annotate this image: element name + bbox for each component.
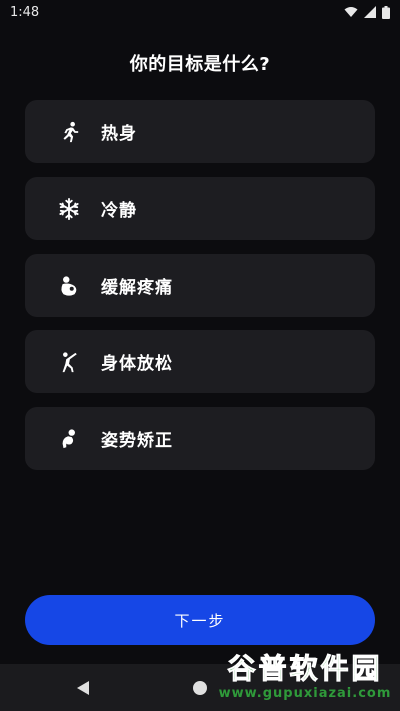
option-warmup[interactable]: 热身	[25, 100, 375, 163]
option-posture[interactable]: 姿势矫正	[25, 407, 375, 470]
stretching-person-icon	[57, 350, 81, 374]
watermark-brand: 谷普软件园	[227, 651, 383, 685]
option-label: 热身	[101, 124, 137, 144]
option-label: 姿势矫正	[101, 431, 173, 451]
running-person-icon	[57, 120, 81, 144]
signal-icon	[364, 6, 376, 18]
option-label: 身体放松	[101, 354, 173, 374]
pain-relief-person-icon	[57, 274, 81, 298]
option-relaxation[interactable]: 身体放松	[25, 330, 375, 393]
status-bar: 1:48	[0, 0, 400, 24]
snowflake-icon	[57, 197, 81, 221]
watermark: 谷普软件园 www.gupuxiazai.com	[216, 644, 394, 710]
option-label: 缓解疼痛	[101, 278, 173, 298]
option-label: 冷静	[101, 201, 137, 221]
battery-icon	[382, 5, 390, 19]
back-icon[interactable]	[76, 680, 90, 696]
posture-person-icon	[57, 427, 81, 451]
option-pain-relief[interactable]: 缓解疼痛	[25, 254, 375, 317]
home-icon[interactable]	[192, 680, 208, 696]
wifi-icon	[344, 7, 358, 17]
status-time: 1:48	[10, 4, 40, 20]
next-button[interactable]: 下一步	[25, 595, 375, 645]
watermark-url: www.gupuxiazai.com	[218, 685, 392, 701]
status-icons	[344, 5, 390, 19]
page-title: 你的目标是什么?	[129, 54, 271, 75]
option-cooldown[interactable]: 冷静	[25, 177, 375, 240]
